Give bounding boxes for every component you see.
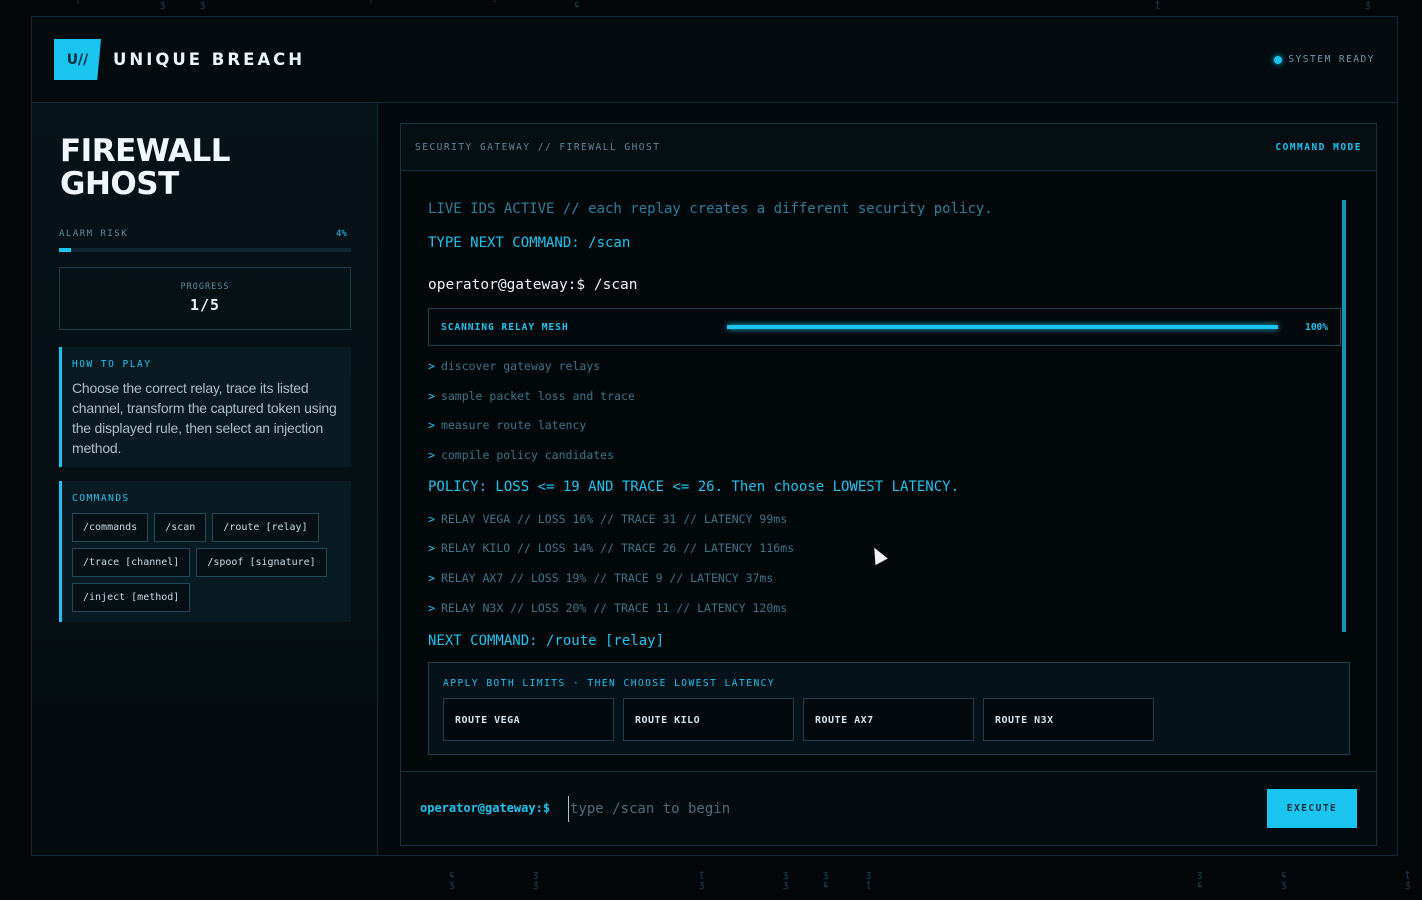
- commands-panel: COMMANDS /commands /scan /route [relay] …: [59, 481, 351, 622]
- scan-step: > measure route latency: [428, 418, 586, 432]
- scan-step-text: sample packet loss and trace: [440, 389, 635, 403]
- terminal-header: SECURITY GATEWAY // FIREWALL GHOST COMMA…: [401, 124, 1376, 171]
- route-kilo-button[interactable]: ROUTE KILO: [623, 698, 794, 741]
- command-chip-trace[interactable]: /trace [channel]: [72, 548, 191, 577]
- matrix-rain-top: ʼʒʒʼʼɕʈʒ: [75, 0, 1371, 10]
- how-to-play-label: HOW TO PLAY: [72, 359, 152, 370]
- command-chip-spoof[interactable]: /spoof [signature]: [196, 548, 327, 577]
- how-to-play-panel: HOW TO PLAY Choose the correct relay, tr…: [59, 347, 351, 467]
- scan-percent: 100%: [1305, 322, 1328, 333]
- scan-step: > discover gateway relays: [428, 359, 600, 373]
- command-chip-commands[interactable]: /commands: [72, 513, 149, 542]
- next-command-route: NEXT COMMAND: /route [relay]: [428, 633, 665, 649]
- logo-badge: U//: [54, 39, 101, 80]
- scan-step-text: compile policy candidates: [440, 448, 615, 462]
- status-dot-icon: [1274, 55, 1283, 64]
- command-input-bar: operator@gateway:$ EXECUTE: [401, 771, 1376, 845]
- route-vega-button[interactable]: ROUTE VEGA: [443, 698, 614, 741]
- header: U// UNIQUE BREACH SYSTEM READY: [32, 17, 1397, 103]
- execute-button[interactable]: EXECUTE: [1267, 789, 1357, 828]
- scan-step-text: discover gateway relays: [440, 359, 601, 373]
- scan-step: > sample packet loss and trace: [428, 389, 635, 403]
- progress-value: 1/5: [189, 296, 221, 314]
- terminal-scrollbar[interactable]: [1342, 200, 1346, 632]
- terminal-output[interactable]: LIVE IDS ACTIVE // each replay creates a…: [428, 171, 1348, 649]
- app-window: U// UNIQUE BREACH SYSTEM READY FIREWALL …: [31, 16, 1398, 856]
- relay-text: RELAY VEGA // LOSS 16% // TRACE 31 // LA…: [440, 512, 788, 526]
- scan-progress-box: SCANNING RELAY MESH 100%: [428, 308, 1341, 346]
- sidebar: FIREWALL GHOST ALARM RISK 4% PROGRESS 1/…: [32, 103, 378, 855]
- command-prompt: operator@gateway:$: [420, 801, 551, 815]
- relay-line-vega: > RELAY VEGA // LOSS 16% // TRACE 31 // L…: [428, 512, 787, 526]
- policy-line: POLICY: LOSS <= 19 AND TRACE <= 26. Then…: [428, 479, 960, 495]
- command-chip-scan[interactable]: /scan: [154, 513, 207, 542]
- chevron-right-icon: >: [428, 418, 435, 432]
- system-status-text: SYSTEM READY: [1288, 54, 1375, 65]
- relay-line-kilo: > RELAY KILO // LOSS 14% // TRACE 26 // L…: [428, 541, 794, 555]
- brand-title: UNIQUE BREACH: [113, 50, 306, 69]
- how-to-play-text: Choose the correct relay, trace its list…: [72, 380, 337, 456]
- scan-progress-fill: [727, 325, 1278, 329]
- chevron-right-icon: >: [428, 359, 435, 373]
- next-command-hint: TYPE NEXT COMMAND: /scan: [428, 235, 631, 251]
- alarm-risk-fill: [59, 248, 71, 252]
- route-ax7-button[interactable]: ROUTE AX7: [803, 698, 974, 741]
- live-ids-line: LIVE IDS ACTIVE // each replay creates a…: [428, 201, 993, 217]
- chevron-right-icon: >: [428, 541, 435, 555]
- route-selection-panel: APPLY BOTH LIMITS · THEN CHOOSE LOWEST L…: [428, 662, 1350, 755]
- alarm-risk-label: ALARM RISK: [59, 229, 129, 239]
- alarm-risk-bar: [59, 248, 351, 252]
- commands-list: /commands /scan /route [relay] /trace [c…: [72, 513, 341, 612]
- relay-text: RELAY N3X // LOSS 20% // TRACE 11 // LAT…: [440, 601, 788, 615]
- chevron-right-icon: >: [428, 512, 435, 526]
- system-status: SYSTEM READY: [1274, 54, 1375, 65]
- commands-label: COMMANDS: [72, 493, 130, 504]
- terminal-title: SECURITY GATEWAY // FIREWALL GHOST: [415, 142, 661, 153]
- scan-label: SCANNING RELAY MESH: [441, 322, 569, 333]
- route-n3x-button[interactable]: ROUTE N3X: [983, 698, 1154, 741]
- scan-progress-bar: [727, 325, 1278, 329]
- relay-text: RELAY AX7 // LOSS 19% // TRACE 9 // LATE…: [440, 571, 774, 585]
- scan-step: > compile policy candidates: [428, 448, 614, 462]
- chevron-right-icon: >: [428, 571, 435, 585]
- terminal-panel: SECURITY GATEWAY // FIREWALL GHOST COMMA…: [400, 123, 1377, 846]
- command-mode-label: COMMAND MODE: [1275, 142, 1362, 153]
- relay-line-ax7: > RELAY AX7 // LOSS 19% // TRACE 9 // LAT…: [428, 571, 773, 585]
- chevron-right-icon: >: [428, 601, 435, 615]
- command-input[interactable]: [568, 796, 1248, 822]
- progress-label: PROGRESS: [180, 282, 230, 292]
- command-chip-route[interactable]: /route [relay]: [212, 513, 319, 542]
- matrix-rain-bottom: ɕʒʒʒʈʒʒʒʒɕʒʈʒɕɕʒʈʒ: [449, 870, 1411, 890]
- relay-text: RELAY KILO // LOSS 14% // TRACE 26 // LA…: [440, 541, 795, 555]
- relay-line-n3x: > RELAY N3X // LOSS 20% // TRACE 11 // LA…: [428, 601, 787, 615]
- progress-box: PROGRESS 1/5: [59, 267, 351, 330]
- route-instruction: APPLY BOTH LIMITS · THEN CHOOSE LOWEST L…: [443, 678, 776, 689]
- chevron-right-icon: >: [428, 389, 435, 403]
- scan-step-text: measure route latency: [440, 418, 587, 432]
- operator-command-echo: operator@gateway:$ /scan: [428, 277, 638, 293]
- chevron-right-icon: >: [428, 448, 435, 462]
- alarm-risk-value: 4%: [336, 229, 347, 239]
- game-title: FIREWALL GHOST: [60, 133, 231, 202]
- command-chip-inject[interactable]: /inject [method]: [72, 583, 191, 612]
